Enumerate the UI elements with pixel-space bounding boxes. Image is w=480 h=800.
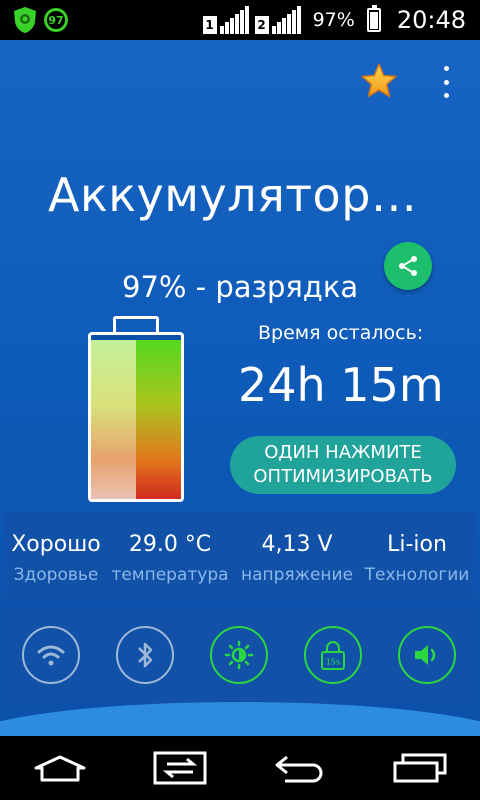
recents-button[interactable] [390, 748, 450, 788]
decorative-wave [0, 702, 480, 736]
back-icon [275, 755, 323, 783]
stats-card: Хорошо Здоровье 29.0 °C температура 4,13… [6, 512, 474, 600]
optimize-line1: ОДИН НАЖМИТЕ [264, 442, 422, 463]
stat-health: Хорошо Здоровье [6, 512, 106, 585]
lock-timer-icon: 15s [321, 641, 345, 670]
timeout-label: 15s [326, 658, 340, 667]
main-panel: Аккумулятор… 97% - разрядка Время остало… [0, 40, 480, 736]
status-bar: 97 1 2 97% 20:48 [0, 0, 480, 40]
home-icon [34, 755, 86, 782]
star-icon[interactable] [360, 62, 398, 100]
battery-icon [366, 5, 381, 32]
brightness-icon [224, 640, 254, 670]
wifi-toggle[interactable] [22, 626, 80, 684]
remaining-time: 24h 15m [238, 358, 444, 412]
wifi-icon [37, 645, 65, 666]
stat-value: Хорошо [11, 532, 101, 557]
recents-icon [393, 753, 447, 783]
battery-gauge [88, 316, 184, 502]
stat-label: температура [111, 565, 229, 585]
page-title: Аккумулятор… [48, 168, 418, 222]
bluetooth-toggle[interactable] [116, 626, 174, 684]
brightness-toggle[interactable] [210, 626, 268, 684]
stat-value: Li-ion [387, 532, 447, 557]
navigation-bar [0, 736, 480, 800]
sim2-signal: 2 [254, 6, 301, 34]
volume-icon [415, 645, 436, 665]
stat-label: Здоровье [13, 565, 99, 585]
more-vert-icon[interactable] [434, 66, 458, 98]
share-button[interactable] [384, 242, 432, 290]
optimize-line2: ОПТИМИЗИРОВАТЬ [253, 466, 433, 487]
bluetooth-icon [138, 642, 153, 668]
switch-app-button[interactable] [150, 748, 210, 788]
switch-icon [153, 751, 207, 785]
battery-percent: 97% [312, 9, 355, 31]
sim1-signal: 1 [202, 6, 249, 34]
stat-technology: Li-ion Технологии [360, 512, 474, 585]
shield-icon [14, 7, 36, 33]
home-button[interactable] [30, 748, 90, 788]
quick-toggles: 15s [6, 608, 474, 704]
battery-status: 97% - разрядка [122, 270, 359, 304]
remaining-label: Время осталось: [258, 322, 424, 344]
sim1-label: 1 [202, 16, 217, 34]
back-button[interactable] [270, 748, 330, 788]
stat-temperature: 29.0 °C температура [106, 512, 234, 585]
screen-timeout-toggle[interactable]: 15s [304, 626, 362, 684]
optimize-button[interactable]: ОДИН НАЖМИТЕ ОПТИМИЗИРОВАТЬ [230, 436, 456, 494]
sim2-label: 2 [254, 16, 269, 34]
sound-toggle[interactable] [398, 626, 456, 684]
notification-badge: 97 [44, 8, 68, 32]
clock: 20:48 [396, 6, 466, 34]
share-icon [399, 256, 417, 276]
stat-value: 29.0 °C [128, 532, 212, 557]
stat-label: Технологии [364, 565, 470, 585]
stat-voltage: 4,13 V напряжение [234, 512, 360, 585]
stat-label: напряжение [240, 565, 354, 585]
stat-value: 4,13 V [261, 532, 333, 557]
